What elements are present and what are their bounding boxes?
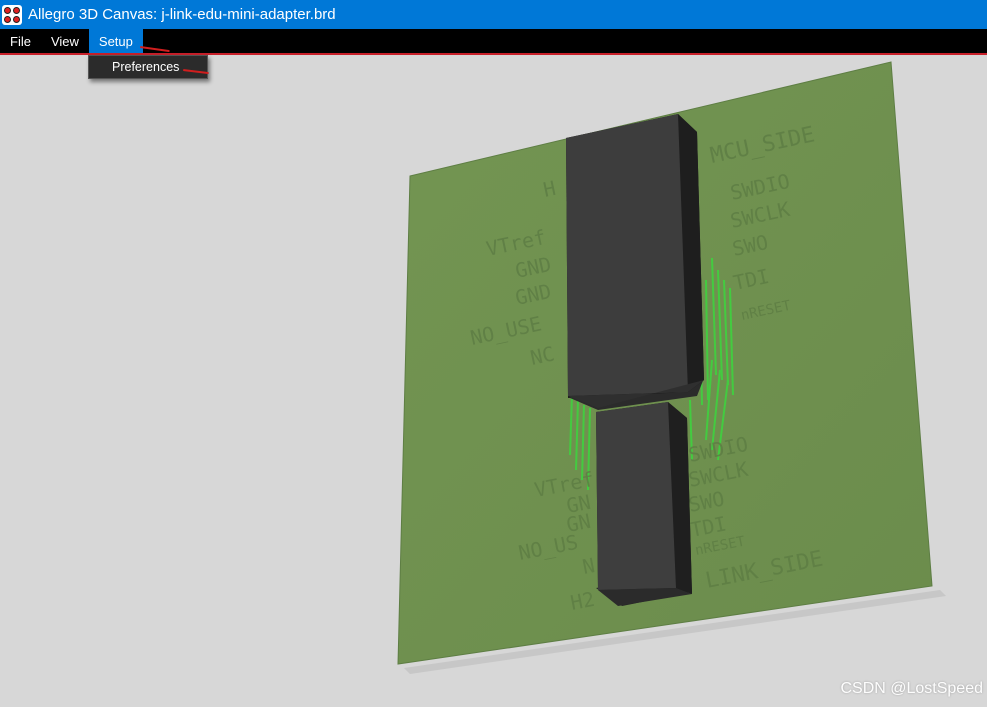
menu-view[interactable]: View bbox=[41, 29, 89, 53]
menu-item-preferences[interactable]: Preferences bbox=[112, 60, 179, 74]
setup-dropdown: Preferences bbox=[88, 55, 208, 79]
connector-jlink-side[interactable] bbox=[596, 402, 692, 606]
allegro-app-icon[interactable] bbox=[2, 4, 22, 25]
label-h2: H2 bbox=[568, 587, 596, 615]
3d-viewport[interactable]: MCU_SIDE H VTref GND GND NO_USE NC SWDIO… bbox=[0, 56, 987, 707]
menu-file[interactable]: File bbox=[0, 29, 41, 53]
connector-mcu-side[interactable] bbox=[566, 114, 704, 410]
watermark-text: CSDN @LostSpeed bbox=[840, 680, 983, 697]
label-nc-top: NC bbox=[528, 341, 557, 369]
menu-setup[interactable]: Setup bbox=[88, 29, 143, 53]
menu-bar: File View Setup bbox=[0, 29, 987, 55]
title-bar: Allegro 3D Canvas: j-link-edu-mini-adapt… bbox=[0, 0, 987, 29]
window-title: Allegro 3D Canvas: j-link-edu-mini-adapt… bbox=[28, 6, 336, 23]
3d-scene[interactable]: MCU_SIDE H VTref GND GND NO_USE NC SWDIO… bbox=[0, 56, 987, 707]
